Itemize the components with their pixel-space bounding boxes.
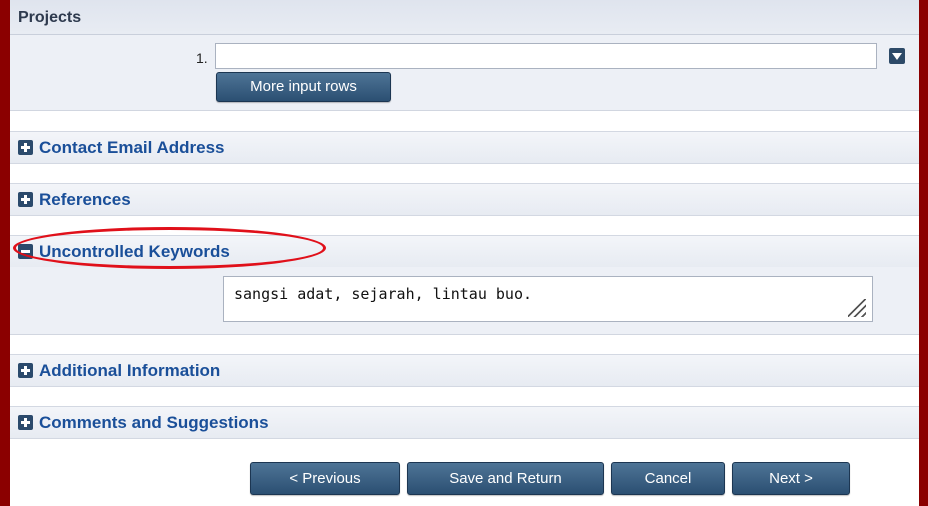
keywords-body: sangsi adat, sejarah, lintau buo. — [10, 267, 919, 335]
project-input[interactable] — [215, 43, 877, 69]
projects-header: Projects — [10, 0, 919, 35]
section-label[interactable]: Comments and Suggestions — [39, 413, 269, 433]
section-references[interactable]: References — [10, 183, 919, 216]
deposit-form: Projects 1. More input rows Contact Emai… — [10, 0, 919, 506]
save-and-return-button[interactable]: Save and Return — [407, 462, 604, 495]
section-label[interactable]: Contact Email Address — [39, 138, 224, 158]
dropdown-arrow-icon[interactable] — [889, 48, 905, 64]
section-comments[interactable]: Comments and Suggestions — [10, 406, 919, 439]
next-button[interactable]: Next > — [732, 462, 850, 495]
collapse-minus-icon[interactable] — [18, 244, 33, 259]
section-additional-information[interactable]: Additional Information — [10, 354, 919, 387]
keywords-textarea[interactable]: sangsi adat, sejarah, lintau buo. — [223, 276, 873, 322]
cancel-button[interactable]: Cancel — [611, 462, 725, 495]
expand-plus-icon[interactable] — [18, 363, 33, 378]
previous-button[interactable]: < Previous — [250, 462, 400, 495]
expand-plus-icon[interactable] — [18, 192, 33, 207]
section-label[interactable]: Uncontrolled Keywords — [39, 242, 230, 262]
expand-plus-icon[interactable] — [18, 140, 33, 155]
section-label[interactable]: References — [39, 190, 131, 210]
projects-title: Projects — [18, 9, 82, 26]
more-input-rows-button[interactable]: More input rows — [216, 72, 391, 102]
section-contact-email[interactable]: Contact Email Address — [10, 131, 919, 164]
resize-grip-icon[interactable] — [848, 299, 866, 317]
row-number: 1. — [196, 50, 208, 66]
section-uncontrolled-keywords[interactable]: Uncontrolled Keywords — [10, 235, 919, 268]
expand-plus-icon[interactable] — [18, 415, 33, 430]
projects-body: 1. More input rows — [10, 35, 919, 111]
section-label[interactable]: Additional Information — [39, 361, 220, 381]
